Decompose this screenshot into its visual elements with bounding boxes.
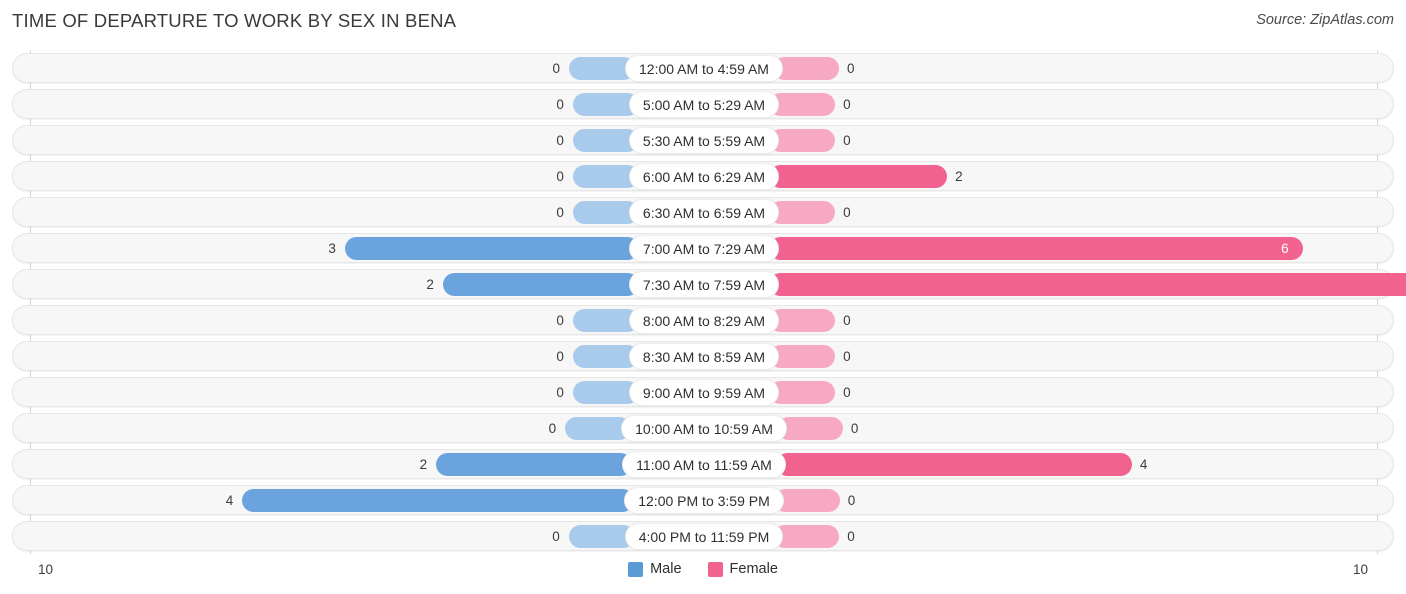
category-label-pill: 6:30 AM to 6:59 AM [628, 199, 780, 226]
category-label: 7:00 AM to 7:29 AM [642, 240, 766, 257]
bar-value-female: 0 [843, 133, 851, 148]
category-label: 7:30 AM to 7:59 AM [642, 276, 766, 293]
category-label: 4:00 PM to 11:59 PM [638, 528, 770, 545]
page-title: TIME OF DEPARTURE TO WORK BY SEX IN BENA [12, 10, 457, 31]
chart-header: TIME OF DEPARTURE TO WORK BY SEX IN BENA… [0, 0, 1406, 42]
legend-swatch-female-icon [707, 561, 723, 577]
table-row[interactable]: 6:30 AM to 6:59 AM 0 0 [12, 197, 1394, 227]
category-label-pill: 5:00 AM to 5:29 AM [628, 91, 780, 118]
bar-value-male: 0 [556, 133, 564, 148]
bar-value-male: 0 [548, 421, 557, 436]
diverging-bar-chart: 12:00 AM to 4:59 AM 0 0 5:00 AM to 5:29 AM 0… [0, 50, 1406, 556]
category-label-pill: 7:00 AM to 7:29 AM [628, 235, 780, 262]
legend-label-male: Male [650, 561, 682, 577]
bar-male[interactable] [442, 273, 639, 296]
category-label-pill: 6:00 AM to 6:29 AM [628, 163, 780, 190]
bar-value-female: 0 [843, 313, 851, 328]
bar-value-female: 0 [846, 61, 855, 76]
category-label: 6:30 AM to 6:59 AM [642, 204, 766, 221]
category-label-pill: 5:30 AM to 5:59 AM [628, 127, 780, 154]
bar-value-female: 2 [955, 169, 963, 184]
category-label: 6:00 AM to 6:29 AM [642, 168, 766, 185]
bar-value-female: 0 [843, 349, 851, 364]
bar-value-male: 0 [556, 97, 564, 112]
bar-value-female: 0 [843, 97, 851, 112]
category-label-pill: 11:00 AM to 11:59 AM [622, 451, 786, 478]
bar-value-female: 0 [843, 205, 851, 220]
table-row[interactable]: 6:00 AM to 6:29 AM 0 2 [12, 161, 1394, 191]
table-row[interactable]: 7:00 AM to 7:29 AM 3 6 [12, 233, 1394, 263]
legend-label-female: Female [729, 561, 778, 577]
bar-female[interactable] [773, 525, 840, 548]
bar-value-female: 0 [843, 385, 851, 400]
bar-female[interactable] [775, 453, 1132, 476]
category-label: 12:00 AM to 4:59 AM [639, 60, 769, 77]
bar-female[interactable] [769, 273, 1406, 296]
bar-value-male: 0 [556, 313, 564, 328]
category-label: 8:30 AM to 8:59 AM [642, 348, 766, 365]
category-label: 8:00 AM to 8:29 AM [642, 312, 766, 329]
table-row[interactable]: 12:00 AM to 4:59 AM 0 0 [12, 53, 1394, 83]
bar-value-male: 4 [225, 493, 234, 508]
bar-value-male: 2 [419, 457, 428, 472]
table-row[interactable]: 8:30 AM to 8:59 AM 0 0 [12, 341, 1394, 371]
chart-footer: 10 10 Male Female [0, 556, 1406, 594]
category-label-pill: 8:30 AM to 8:59 AM [628, 343, 780, 370]
legend-swatch-male-icon [628, 561, 644, 577]
table-row[interactable]: 11:00 AM to 11:59 AM 2 4 [12, 449, 1394, 479]
category-label: 11:00 AM to 11:59 AM [636, 456, 772, 473]
bar-value-female: 6 [1281, 241, 1289, 256]
legend-item-female[interactable]: Female [707, 561, 778, 577]
table-row[interactable]: 7:30 AM to 7:59 AM29 [12, 269, 1406, 299]
bar-value-male: 2 [426, 277, 434, 292]
bar-value-male: 0 [552, 529, 560, 544]
bar-male[interactable] [436, 453, 633, 476]
bar-value-male: 0 [552, 61, 561, 76]
category-label-pill: 8:00 AM to 8:29 AM [628, 307, 780, 334]
bar-male[interactable] [344, 237, 639, 260]
table-row[interactable]: 5:00 AM to 5:29 AM 0 0 [12, 89, 1394, 119]
table-row[interactable]: 5:30 AM to 5:59 AM 0 0 [12, 125, 1394, 155]
table-row[interactable]: 9:00 AM to 9:59 AM 0 0 [12, 377, 1394, 407]
table-row[interactable]: 4:00 PM to 11:59 PM 0 0 [12, 521, 1394, 551]
bar-value-male: 0 [556, 385, 564, 400]
bar-value-female: 4 [1139, 457, 1148, 472]
bar-value-female: 0 [847, 529, 855, 544]
table-row[interactable]: 8:00 AM to 8:29 AM 0 0 [12, 305, 1394, 335]
category-label-pill: 12:00 PM to 3:59 PM [624, 487, 784, 514]
category-label: 12:00 PM to 3:59 PM [638, 492, 770, 509]
bar-value-male: 0 [556, 169, 564, 184]
bar-male[interactable] [242, 489, 635, 512]
bar-value-male: 0 [556, 205, 564, 220]
bar-female[interactable] [769, 165, 948, 188]
category-label: 9:00 AM to 9:59 AM [642, 384, 766, 401]
category-label: 5:30 AM to 5:59 AM [642, 132, 766, 149]
chart-page: TIME OF DEPARTURE TO WORK BY SEX IN BENA… [0, 0, 1406, 594]
category-label-pill: 12:00 AM to 4:59 AM [625, 55, 783, 82]
source-attribution: Source: ZipAtlas.com [1256, 12, 1394, 28]
chart-legend: Male Female [0, 561, 1406, 577]
table-row[interactable]: 10:00 AM to 10:59 AM 0 0 [12, 413, 1394, 443]
legend-item-male[interactable]: Male [628, 561, 682, 577]
bar-value-male: 3 [328, 241, 336, 256]
bar-value-male: 0 [556, 349, 564, 364]
bar-value-female: 0 [847, 493, 856, 508]
bar-value-female: 0 [850, 421, 859, 436]
category-label-pill: 9:00 AM to 9:59 AM [628, 379, 780, 406]
category-label: 5:00 AM to 5:29 AM [642, 96, 766, 113]
category-label-pill: 10:00 AM to 10:59 AM [621, 415, 787, 442]
category-label-pill: 4:00 PM to 11:59 PM [624, 523, 784, 550]
category-label: 10:00 AM to 10:59 AM [635, 420, 773, 437]
table-row[interactable]: 12:00 PM to 3:59 PM 4 0 [12, 485, 1394, 515]
category-label-pill: 7:30 AM to 7:59 AM [628, 271, 780, 298]
bar-female[interactable] [769, 237, 1304, 260]
